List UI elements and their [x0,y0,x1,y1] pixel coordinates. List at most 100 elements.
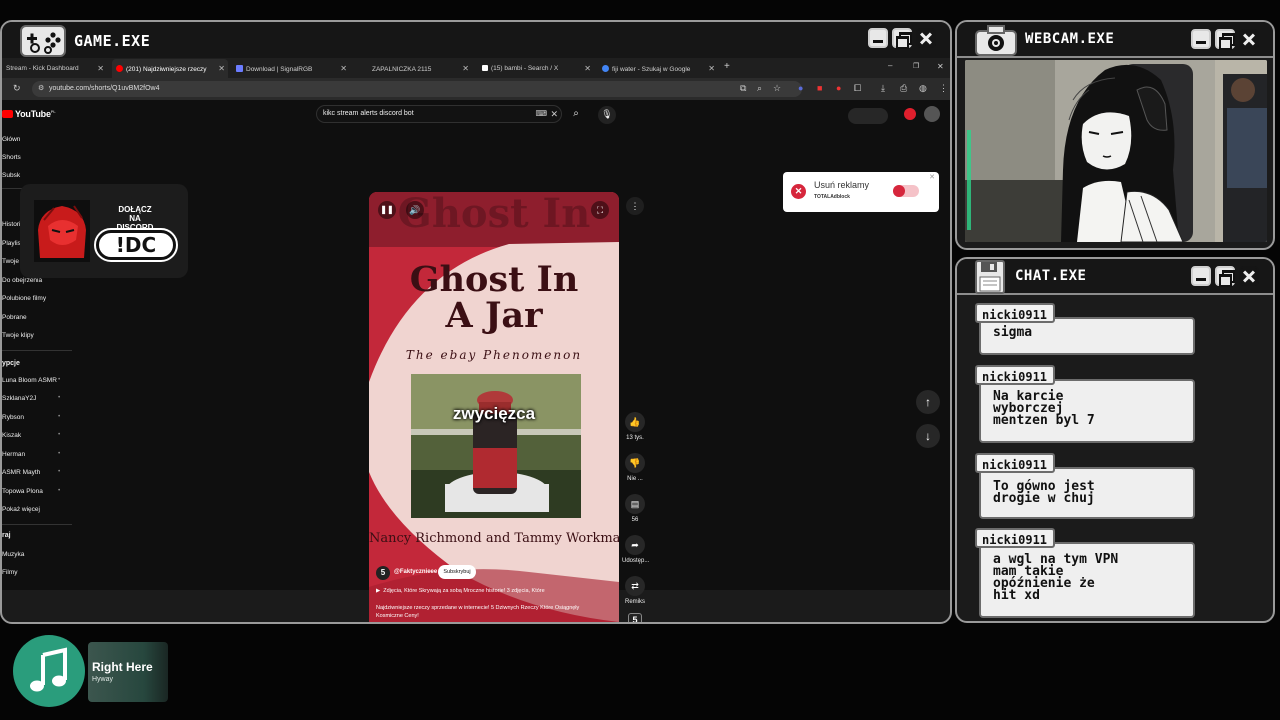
pause-icon[interactable]: ❚❚ [378,201,396,219]
microphone-icon[interactable]: 🎙 [598,106,616,124]
maximize-button[interactable] [1215,266,1235,287]
close-icon[interactable]: ✕ [708,64,715,73]
site-info-icon[interactable]: ⚙ [38,84,44,94]
show-more-button[interactable]: Pokaż więcej [2,506,40,513]
tab-google[interactable]: fiji water - Szukaj w Google ✕ [598,59,718,78]
fullscreen-icon[interactable]: ⛶ [591,201,609,219]
share-button[interactable]: ➦ Udostęp... [622,535,650,564]
subscription-label: Topowa Plona [2,488,43,495]
close-button[interactable] [1239,29,1259,49]
subscription-item[interactable]: Kiszak • [2,431,60,439]
manga-avatar-image [965,60,1267,242]
youtube-logo[interactable]: YouTubePL [2,109,56,119]
comments-button[interactable]: ▤ 56 [622,494,648,523]
extension-icon[interactable]: ■ [817,83,822,93]
clear-search-icon[interactable]: ✕ [550,109,558,120]
close-button[interactable] [1239,266,1259,286]
volume-icon[interactable]: 🔊 [406,201,424,219]
bookmark-star-icon[interactable]: ☆ [773,83,781,93]
tab-label: (201) Najdziwniejsze rzeczy [126,66,207,73]
tab-kick-dashboard[interactable]: Stream - Kick Dashboard ✕ [2,59,107,78]
sidebar-item-clips[interactable]: Twoje klipy [2,332,34,339]
game-titlebar[interactable]: GAME.EXE [2,22,950,60]
dislike-button[interactable]: 👎 Nie ... [622,453,648,482]
subscription-item[interactable]: SzklanaY2J • [2,394,60,402]
menu-kebab-icon[interactable]: ⋮ [939,83,948,93]
share-icon: ➦ [625,535,645,555]
extension-icon[interactable]: ● [798,83,803,93]
install-icon[interactable]: ⧉ [740,83,746,93]
profile-icon[interactable]: ◍ [919,83,927,93]
tab-youtube[interactable]: (201) Najdziwniejsze rzeczy ✕ [112,59,228,78]
sidebar-item-downloads[interactable]: Pobrane [2,314,27,321]
sound-thumbnail[interactable]: 5 [628,613,642,622]
sidebar-item-shorts[interactable]: Shorts [2,154,21,161]
reload-icon[interactable]: ↻ [13,83,21,93]
close-icon[interactable]: ✕ [97,64,104,73]
camera-icon [975,24,1017,61]
sidebar-item-liked[interactable]: Polubione filmy [2,295,46,302]
sidebar-item-home[interactable]: Główn [2,136,20,143]
adblock-close-icon[interactable]: ✕ [791,184,806,199]
zoom-icon[interactable]: ⌕ [757,83,762,93]
like-button[interactable]: 👍 13 tys. [622,412,648,441]
download-icon[interactable]: ⤓ [881,83,885,93]
adblock-toggle[interactable] [893,185,919,197]
tab-x-search[interactable]: (15) bambi - Search / X ✕ [478,59,594,78]
remix-button[interactable]: ⇄ Remiks [622,576,648,605]
minimize-button[interactable] [1191,29,1211,49]
minimize-icon[interactable]: – [888,61,892,71]
subscribe-button[interactable]: Subskrybuj [438,565,476,579]
share-label: Udostęp... [622,558,650,564]
tab-label: ZAPALNICZKA 2115 [372,66,432,73]
search-icon[interactable]: ⌕ [567,106,585,124]
chat-titlebar[interactable]: CHAT.EXE [957,259,1273,295]
close-icon[interactable]: ✕ [462,64,469,73]
comment-count: 56 [631,517,639,523]
chat-window: CHAT.EXE nicki0911 sigma nicki0911 Na ka… [955,257,1275,623]
sidebar-item-subscriptions[interactable]: Subsk [2,172,20,179]
shorts-video-player[interactable]: Ghost In Ghost In A Jar The ebay Phenome… [369,192,619,622]
discord-overlay-line2: NA [129,214,141,223]
sidebar-item-music[interactable]: Muzyka [2,551,24,558]
print-icon[interactable]: ⎙ [900,83,907,93]
webcam-title: WEBCAM.EXE [1025,31,1115,47]
maximize-button[interactable] [1215,29,1235,50]
webcam-titlebar[interactable]: WEBCAM.EXE [957,22,1273,58]
maximize-button[interactable] [892,28,912,49]
previous-short-button[interactable]: ↑ [916,390,940,414]
create-button[interactable] [848,108,888,124]
channel-avatar[interactable]: 5 [376,566,390,580]
playlist-link[interactable]: ▶ Zdjęcia, Które Skrywają za sobą Mroczn… [376,588,545,594]
more-options-icon[interactable]: ⋮ [626,197,644,215]
subscription-item[interactable]: Topowa Plona • [2,487,60,495]
toast-dismiss-icon[interactable]: ✕ [929,173,935,181]
address-bar[interactable]: ⚙ youtube.com/shorts/Q1uvBM2fOw4 [32,81,802,97]
new-tab-icon[interactable]: + [720,59,738,78]
music-widget[interactable] [13,635,85,707]
sidebar-item-movies[interactable]: Filmy [2,569,18,576]
tab-signalrgb[interactable]: Download | SignalRGB ✕ [232,59,350,78]
next-short-button[interactable]: ↓ [916,424,940,448]
restore-icon[interactable]: ❐ [913,62,919,72]
extensions-puzzle-icon[interactable]: ⧠ [854,83,861,93]
subscription-item[interactable]: Luna Bloom ASMR • [2,376,60,384]
subscription-item[interactable]: Herman • [2,450,60,458]
sidebar-item-watch-later[interactable]: Do obejrzenia [2,277,42,284]
close-icon[interactable]: ✕ [340,64,347,73]
close-icon[interactable]: ✕ [937,62,944,72]
subscription-item[interactable]: ASMR Mayth • [2,468,60,476]
keyboard-icon[interactable]: ⌨ [535,109,547,118]
tab-zapalniczka[interactable]: ZAPALNICZKA 2115 ✕ [358,59,472,78]
extension-icon[interactable]: ● [836,83,841,93]
minimize-button[interactable] [868,28,888,48]
search-input[interactable]: kikc stream alerts discord bot ⌨ ✕ [316,105,562,123]
minimize-button[interactable] [1191,266,1211,286]
channel-name[interactable]: @Faktycznieee [394,569,437,575]
subscription-item[interactable]: Rybson • [2,413,60,421]
close-icon[interactable]: ✕ [218,64,225,73]
avatar[interactable] [924,106,940,122]
close-icon[interactable]: ✕ [584,64,591,73]
close-button[interactable] [916,28,936,48]
notifications-icon[interactable] [904,108,916,120]
